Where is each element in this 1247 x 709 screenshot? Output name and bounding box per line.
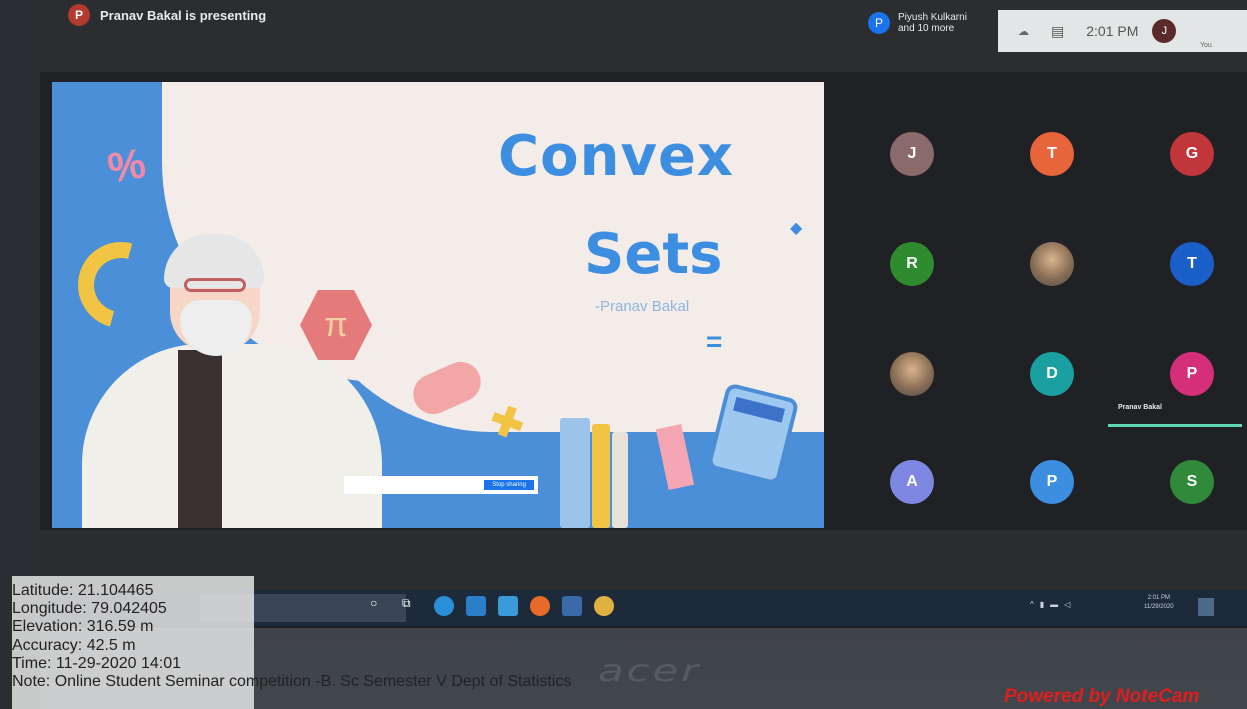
elevation-text: Elevation: 316.59 m: [12, 618, 154, 636]
participant-tile[interactable]: A: [890, 460, 934, 504]
presenter-avatar: P: [68, 4, 90, 26]
book: [612, 432, 628, 528]
participants-line1: Piyush Kulkarni: [898, 12, 967, 23]
participants-text: Piyush Kulkarni and 10 more: [898, 12, 967, 34]
network-icon[interactable]: ▮: [1040, 600, 1044, 609]
accuracy-text: Accuracy: 42.5 m: [12, 636, 136, 654]
participant-tile[interactable]: [890, 352, 934, 396]
participant-tile[interactable]: G: [1170, 132, 1214, 176]
participant-tile[interactable]: T: [1170, 242, 1214, 286]
slide-title-line2: Sets: [584, 222, 723, 287]
participant-grid: J T G R T D P A P S: [848, 108, 1228, 508]
participant-tile[interactable]: J: [890, 132, 934, 176]
participant-tile[interactable]: D: [1030, 352, 1074, 396]
taskbar-time: 2:01 PM: [1147, 595, 1170, 601]
equals-symbol: =: [706, 326, 723, 357]
captions-icon[interactable]: ▤: [1051, 23, 1064, 40]
book: [560, 418, 590, 528]
sparkle-icon: ◆: [790, 220, 803, 237]
notecam-overlay: Latitude: 21.104465 Longitude: 79.042405…: [12, 582, 571, 691]
notecam-watermark: Powered by NoteCam: [1004, 686, 1200, 707]
meet-clock: 2:01 PM: [1086, 23, 1139, 39]
participant-tile[interactable]: P: [1170, 352, 1214, 396]
laptop-screen: P Pranav Bakal is presenting P Piyush Ku…: [40, 0, 1247, 628]
slide-title-line1: Convex: [498, 124, 735, 189]
sharing-bar: Stop sharing: [344, 476, 538, 494]
professor-shirt: [178, 350, 222, 528]
meet-top-bar: P Pranav Bakal is presenting P Piyush Ku…: [40, 0, 1247, 72]
monitor-brand-logo: acer: [598, 654, 702, 689]
percent-symbol: %: [104, 139, 150, 192]
longitude-text: Longitude: 79.042405: [12, 600, 167, 618]
stop-sharing-button[interactable]: Stop sharing: [484, 480, 534, 490]
participant-tile[interactable]: T: [1030, 132, 1074, 176]
participant-tile[interactable]: S: [1170, 460, 1214, 504]
self-avatar: J: [1152, 19, 1177, 43]
chevron-up-icon[interactable]: ^: [1030, 600, 1034, 609]
taskbar-clock[interactable]: 2:01 PM 11/29/2020: [1144, 594, 1174, 612]
participant-tile[interactable]: P: [1030, 460, 1074, 504]
notification-icon[interactable]: [1198, 598, 1214, 616]
slide-author: -Pranav Bakal: [595, 298, 690, 315]
note-text: Note: Online Student Seminar competition…: [12, 673, 572, 691]
professor-coat: [82, 344, 382, 528]
participant-avatar: P: [868, 12, 890, 34]
battery-icon[interactable]: ▬: [1050, 600, 1058, 609]
active-speaker-name: Pranav Bakal: [1118, 404, 1162, 411]
volume-icon[interactable]: ◁: [1064, 600, 1070, 609]
latitude-text: Latitude: 21.104465: [12, 582, 154, 599]
book: [592, 424, 610, 528]
chrome-icon[interactable]: [594, 596, 614, 616]
presenting-indicator: P Pranav Bakal is presenting: [68, 4, 266, 26]
protractor-illustration: [62, 226, 180, 344]
time-text: Time: 11-29-2020 14:01: [12, 654, 181, 672]
participants-line2: and 10 more: [898, 23, 955, 34]
participant-tile[interactable]: [1030, 242, 1074, 286]
system-tray: ^ ▮ ▬ ◁: [1030, 600, 1070, 609]
active-speaker-indicator: [1108, 424, 1242, 427]
eraser-illustration: [655, 423, 695, 491]
books-illustration: [560, 410, 632, 528]
presenting-text: Pranav Bakal is presenting: [100, 7, 267, 23]
weather-icon: ☁: [1018, 25, 1029, 38]
participant-tile[interactable]: R: [890, 242, 934, 286]
presentation-slide: % π Convex Sets -Pranav Bakal = ✚ ◆ Stop…: [52, 82, 824, 528]
self-label: You: [1200, 42, 1212, 49]
taskbar-date: 11/29/2020: [1144, 604, 1174, 610]
calculator-screen: [733, 396, 785, 423]
professor-glasses: [184, 278, 246, 292]
participants-summary[interactable]: P Piyush Kulkarni and 10 more: [868, 12, 967, 34]
